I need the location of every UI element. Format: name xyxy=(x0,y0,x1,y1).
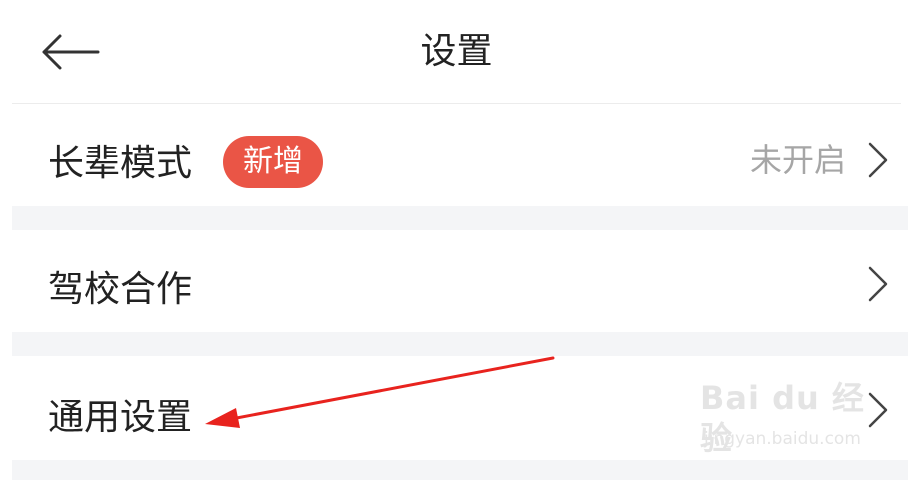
setting-row-elder-mode[interactable]: 长辈模式 新增 未开启 xyxy=(12,104,908,206)
driving-school-label: 驾校合作 xyxy=(48,269,193,310)
section-separator xyxy=(12,332,908,356)
setting-row-general[interactable]: 通用设置 xyxy=(12,356,908,460)
section-separator xyxy=(12,460,908,480)
setting-row-driving-school[interactable]: 驾校合作 xyxy=(12,230,908,332)
elder-mode-status: 未开启 xyxy=(749,141,846,179)
chevron-right-icon xyxy=(868,142,888,178)
page-title: 设置 xyxy=(420,31,493,72)
header: 设置 xyxy=(0,0,913,104)
chevron-right-icon xyxy=(868,392,888,428)
new-badge: 新增 xyxy=(223,136,323,188)
chevron-right-icon xyxy=(868,266,888,302)
section-separator xyxy=(12,206,908,230)
elder-mode-label: 长辈模式 xyxy=(48,143,193,184)
general-settings-label: 通用设置 xyxy=(48,397,193,438)
